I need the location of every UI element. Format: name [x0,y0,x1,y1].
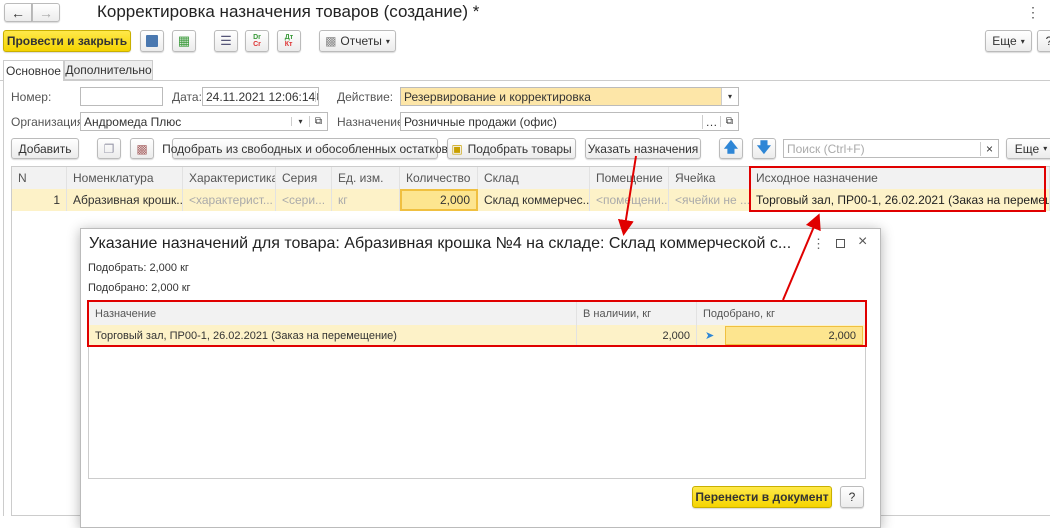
annotation-arrows [617,155,821,301]
arrow-to-dialog [617,155,637,236]
arrow-to-source-purpose [782,213,821,301]
